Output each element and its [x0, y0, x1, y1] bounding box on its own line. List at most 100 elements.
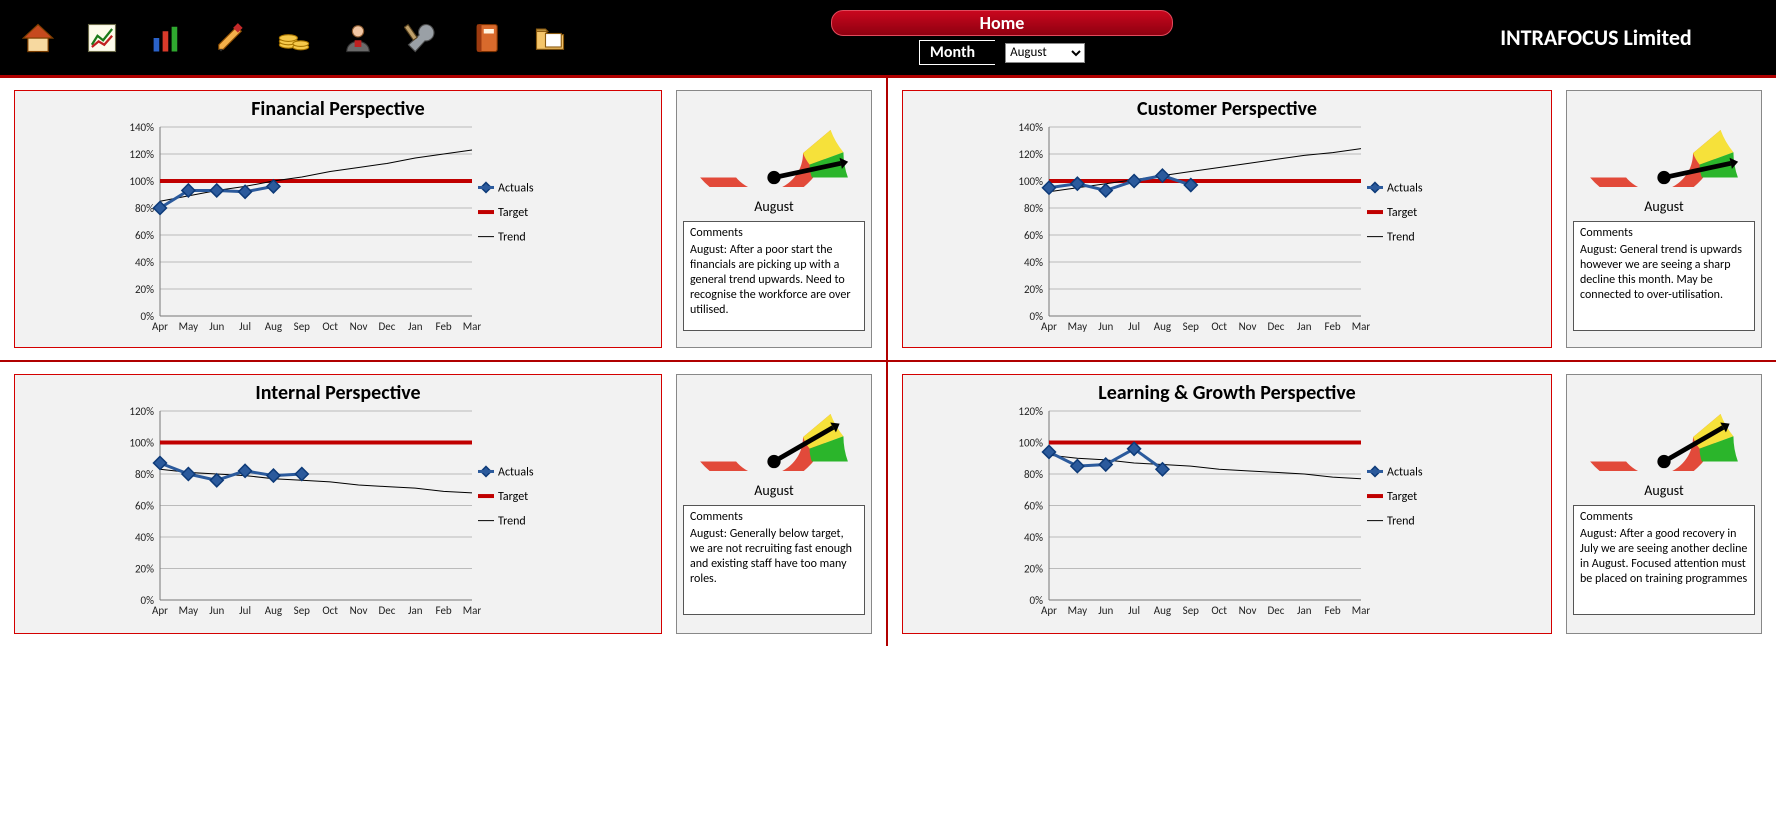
- report-icon[interactable]: [84, 20, 120, 56]
- finance-icon[interactable]: [276, 20, 312, 56]
- svg-text:100%: 100%: [129, 175, 154, 188]
- svg-text:60%: 60%: [135, 500, 154, 513]
- svg-text:May: May: [179, 604, 198, 617]
- comments-box-customer: Comments August: General trend is upward…: [1573, 221, 1755, 331]
- tools-icon[interactable]: [404, 20, 440, 56]
- gauge-month-label: August: [1644, 482, 1683, 499]
- svg-text:Aug: Aug: [1154, 604, 1171, 617]
- gauge-month-label: August: [754, 198, 793, 215]
- panel-customer: Customer Perspective 0%20%40%60%80%100%1…: [888, 78, 1776, 362]
- line-chart-financial: 0%20%40%60%80%100%120%140%AprMayJunJulAu…: [21, 123, 655, 343]
- svg-text:Feb: Feb: [436, 320, 452, 333]
- user-icon[interactable]: [340, 20, 376, 56]
- gauge-internal: [684, 381, 864, 476]
- svg-text:Sep: Sep: [1183, 604, 1200, 617]
- svg-text:May: May: [1068, 320, 1087, 333]
- svg-text:40%: 40%: [1024, 531, 1043, 544]
- chart-title: Customer Perspective: [909, 97, 1545, 121]
- comments-heading: Comments: [690, 510, 858, 525]
- svg-text:40%: 40%: [1024, 256, 1043, 269]
- notebook-icon[interactable]: [468, 20, 504, 56]
- chart-card-learning: Learning & Growth Perspective 0%20%40%60…: [902, 374, 1552, 634]
- side-card-customer: August Comments August: General trend is…: [1566, 90, 1762, 348]
- svg-text:Trend: Trend: [498, 231, 526, 245]
- topbar: Home Month August INTRAFOCUS Limited: [0, 0, 1776, 78]
- svg-text:120%: 120%: [1018, 148, 1043, 161]
- svg-text:120%: 120%: [129, 407, 154, 418]
- svg-text:Apr: Apr: [1041, 320, 1057, 333]
- chart-legend: ActualsTargetTrend: [1367, 465, 1423, 528]
- comments-text: August: After a poor start the financial…: [690, 243, 858, 318]
- bar-chart-icon[interactable]: [148, 20, 184, 56]
- svg-text:100%: 100%: [1018, 175, 1043, 188]
- svg-text:Actuals: Actuals: [498, 181, 534, 195]
- side-card-internal: August Comments August: Generally below …: [676, 374, 872, 634]
- svg-text:60%: 60%: [135, 229, 154, 242]
- svg-text:Nov: Nov: [350, 604, 368, 617]
- svg-text:May: May: [1068, 604, 1087, 617]
- svg-text:Dec: Dec: [378, 604, 395, 617]
- line-chart-learning: 0%20%40%60%80%100%120%AprMayJunJulAugSep…: [909, 407, 1545, 627]
- svg-text:May: May: [179, 320, 198, 333]
- svg-text:Target: Target: [498, 490, 528, 504]
- line-chart-customer: 0%20%40%60%80%100%120%140%AprMayJunJulAu…: [909, 123, 1545, 343]
- svg-text:100%: 100%: [1018, 437, 1043, 450]
- svg-text:Sep: Sep: [1183, 320, 1200, 333]
- svg-text:120%: 120%: [1018, 407, 1043, 418]
- svg-text:20%: 20%: [135, 283, 154, 296]
- chart-card-internal: Internal Perspective 0%20%40%60%80%100%1…: [14, 374, 662, 634]
- svg-text:Actuals: Actuals: [1387, 465, 1423, 479]
- svg-text:Feb: Feb: [1325, 604, 1341, 617]
- svg-text:Jul: Jul: [1128, 604, 1140, 617]
- svg-text:80%: 80%: [1024, 202, 1043, 215]
- svg-text:Target: Target: [1387, 206, 1417, 220]
- svg-text:Jul: Jul: [1128, 320, 1140, 333]
- svg-text:Jun: Jun: [209, 604, 224, 617]
- svg-text:Dec: Dec: [378, 320, 395, 333]
- svg-text:20%: 20%: [1024, 563, 1043, 576]
- chart-title: Financial Perspective: [21, 97, 655, 121]
- svg-text:Mar: Mar: [463, 604, 482, 617]
- svg-text:Dec: Dec: [1267, 320, 1284, 333]
- svg-text:Oct: Oct: [322, 604, 338, 617]
- svg-text:140%: 140%: [129, 123, 154, 134]
- svg-text:40%: 40%: [135, 256, 154, 269]
- svg-text:Jun: Jun: [1098, 320, 1113, 333]
- svg-text:20%: 20%: [135, 563, 154, 576]
- comments-heading: Comments: [690, 226, 858, 241]
- panel-financial: Financial Perspective 0%20%40%60%80%100%…: [0, 78, 888, 362]
- svg-text:Dec: Dec: [1267, 604, 1284, 617]
- home-button[interactable]: Home: [831, 10, 1173, 36]
- comments-text: August: General trend is upwards however…: [1580, 243, 1748, 303]
- home-icon[interactable]: [20, 20, 56, 56]
- svg-text:Nov: Nov: [350, 320, 368, 333]
- svg-text:120%: 120%: [129, 148, 154, 161]
- svg-text:Actuals: Actuals: [498, 465, 534, 479]
- gauge-financial: [684, 97, 864, 192]
- month-select[interactable]: August: [1005, 43, 1085, 63]
- side-card-learning: August Comments August: After a good rec…: [1566, 374, 1762, 634]
- svg-text:Trend: Trend: [1387, 231, 1415, 245]
- svg-text:Jan: Jan: [408, 320, 423, 333]
- svg-text:Apr: Apr: [152, 604, 168, 617]
- svg-text:Aug: Aug: [1154, 320, 1171, 333]
- svg-text:Trend: Trend: [498, 515, 526, 529]
- svg-text:Actuals: Actuals: [1387, 181, 1423, 195]
- comments-box-internal: Comments August: Generally below target,…: [683, 505, 865, 615]
- folder-icon[interactable]: [532, 20, 568, 56]
- svg-text:Apr: Apr: [1041, 604, 1057, 617]
- gauge-month-label: August: [1644, 198, 1683, 215]
- svg-text:Aug: Aug: [265, 604, 282, 617]
- gauge-learning: [1574, 381, 1754, 476]
- side-card-financial: August Comments August: After a poor sta…: [676, 90, 872, 348]
- chart-card-customer: Customer Perspective 0%20%40%60%80%100%1…: [902, 90, 1552, 348]
- chart-title: Internal Perspective: [21, 381, 655, 405]
- svg-text:Target: Target: [498, 206, 528, 220]
- svg-text:Trend: Trend: [1387, 515, 1415, 529]
- svg-text:Feb: Feb: [1325, 320, 1341, 333]
- svg-text:80%: 80%: [135, 468, 154, 481]
- gauge-month-label: August: [754, 482, 793, 499]
- edit-icon[interactable]: [212, 20, 248, 56]
- svg-text:Jun: Jun: [1098, 604, 1113, 617]
- svg-text:80%: 80%: [1024, 468, 1043, 481]
